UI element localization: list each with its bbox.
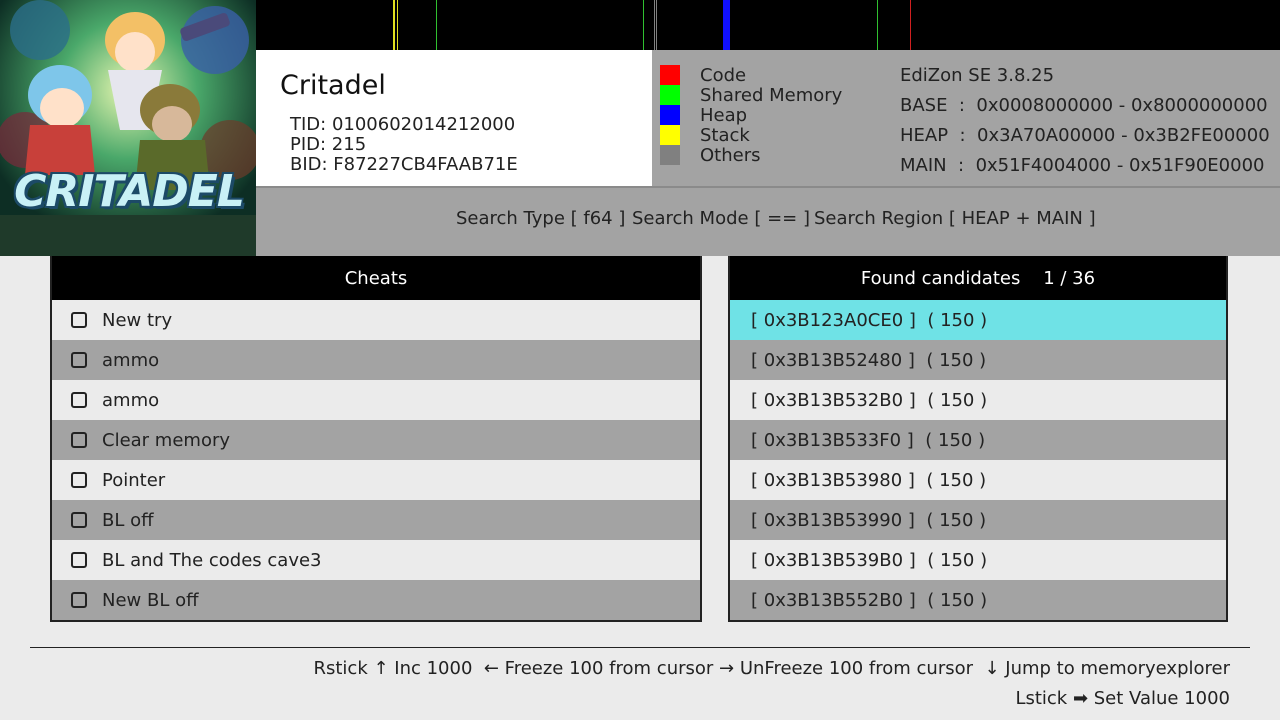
- candidate-row[interactable]: [ 0x3B13B53990 ] ( 150 ): [730, 500, 1226, 540]
- memory-map-bar: [256, 0, 1280, 50]
- cheat-row[interactable]: Clear memory: [52, 420, 700, 460]
- candidate-address: [ 0x3B13B532B0 ] ( 150 ): [751, 389, 988, 411]
- cheat-label: Pointer: [102, 469, 166, 491]
- legend-label-heap: Heap: [700, 105, 748, 126]
- game-art-illustration: [0, 0, 256, 256]
- base-address-range: BASE : 0x0008000000 - 0x8000000000: [900, 95, 1268, 116]
- legend-swatch-shared-memory: [660, 85, 680, 105]
- memory-segment-blue: [723, 0, 730, 50]
- memory-segment-green: [643, 0, 644, 50]
- memory-segment-red: [910, 0, 911, 50]
- cheat-row[interactable]: Pointer: [52, 460, 700, 500]
- memory-legend-panel: Code Shared Memory Heap Stack Others Edi…: [652, 50, 1280, 186]
- build-id: BID: F87227CB4FAAB71E: [290, 154, 518, 175]
- candidate-address: [ 0x3B13B53990 ] ( 150 ): [751, 509, 987, 531]
- cheat-row[interactable]: BL and The codes cave3: [52, 540, 700, 580]
- candidate-address: [ 0x3B13B552B0 ] ( 150 ): [751, 589, 988, 611]
- cheat-checkbox[interactable]: [71, 512, 87, 528]
- cheat-row[interactable]: New try: [52, 300, 700, 340]
- legend-label-shared-memory: Shared Memory: [700, 85, 843, 106]
- main-address-range: MAIN : 0x51F4004000 - 0x51F90E0000: [900, 155, 1265, 176]
- search-mode[interactable]: Search Mode [ == ]: [632, 208, 810, 229]
- cheat-row[interactable]: ammo: [52, 380, 700, 420]
- candidate-row[interactable]: [ 0x3B13B532B0 ] ( 150 ): [730, 380, 1226, 420]
- memory-segment-green: [877, 0, 878, 50]
- cheat-row[interactable]: BL off: [52, 500, 700, 540]
- memory-segment-gray: [656, 0, 657, 50]
- candidate-address: [ 0x3B13B52480 ] ( 150 ): [751, 349, 987, 371]
- game-info-panel: Critadel TID: 0100602014212000 PID: 215 …: [256, 50, 652, 186]
- cheat-label: New try: [102, 309, 173, 331]
- memory-segment-green: [436, 0, 437, 50]
- memory-segment-yellow: [397, 0, 398, 50]
- candidate-address: [ 0x3B123A0CE0 ] ( 150 ): [751, 309, 988, 331]
- cheat-rows: New try ammo ammo Clear memory Pointer BL off…: [52, 300, 700, 620]
- cheat-label: Clear memory: [102, 429, 231, 451]
- candidate-row[interactable]: [ 0x3B13B539B0 ] ( 150 ): [730, 540, 1226, 580]
- cheat-checkbox[interactable]: [71, 352, 87, 368]
- game-title: Critadel: [280, 70, 386, 101]
- search-type[interactable]: Search Type [ f64 ]: [456, 208, 625, 229]
- cheat-label: New BL off: [102, 589, 199, 611]
- memory-segment-gray: [654, 0, 655, 50]
- candidates-header: Found candidates 1 / 36: [730, 256, 1226, 300]
- candidate-rows: [ 0x3B123A0CE0 ] ( 150 ) [ 0x3B13B52480 ]…: [730, 300, 1226, 620]
- cheat-checkbox[interactable]: [71, 592, 87, 608]
- cheat-checkbox[interactable]: [71, 392, 87, 408]
- cheat-checkbox[interactable]: [71, 472, 87, 488]
- cheats-header: Cheats: [52, 256, 700, 300]
- cheat-label: BL off: [102, 509, 154, 531]
- candidates-list: Found candidates 1 / 36 [ 0x3B123A0CE0 ]…: [728, 256, 1228, 622]
- candidate-row[interactable]: [ 0x3B123A0CE0 ] ( 150 ): [730, 300, 1226, 340]
- candidate-address: [ 0x3B13B533F0 ] ( 150 ): [751, 429, 986, 451]
- candidate-row[interactable]: [ 0x3B13B533F0 ] ( 150 ): [730, 420, 1226, 460]
- cheat-row[interactable]: New BL off: [52, 580, 700, 620]
- candidate-row[interactable]: [ 0x3B13B552B0 ] ( 150 ): [730, 580, 1226, 620]
- cheat-checkbox[interactable]: [71, 432, 87, 448]
- candidate-address: [ 0x3B13B53980 ] ( 150 ): [751, 469, 987, 491]
- cheat-label: ammo: [102, 349, 160, 371]
- search-region[interactable]: Search Region [ HEAP + MAIN ]: [814, 208, 1096, 229]
- legend-label-stack: Stack: [700, 125, 750, 146]
- title-id: TID: 0100602014212000: [290, 114, 516, 135]
- memory-segment-yellow: [393, 0, 395, 50]
- candidate-row[interactable]: [ 0x3B13B53980 ] ( 150 ): [730, 460, 1226, 500]
- candidate-address: [ 0x3B13B539B0 ] ( 150 ): [751, 549, 988, 571]
- legend-swatch-code: [660, 65, 680, 85]
- legend-swatch-stack: [660, 125, 680, 145]
- legend-label-others: Others: [700, 145, 761, 166]
- cheats-list: Cheats New try ammo ammo Clear memory Pointe…: [50, 256, 702, 622]
- cheat-checkbox[interactable]: [71, 552, 87, 568]
- game-cover-art: CRITADEL: [0, 0, 256, 256]
- cheat-row[interactable]: ammo: [52, 340, 700, 380]
- process-id: PID: 215: [290, 134, 367, 155]
- legend-label-code: Code: [700, 65, 747, 86]
- footer-divider: [30, 647, 1250, 648]
- rstick-hint: Rstick ↑ Inc 1000 ← Freeze 100 from curs…: [313, 658, 1230, 679]
- game-logo: CRITADEL: [14, 166, 245, 217]
- cheat-label: BL and The codes cave3: [102, 549, 322, 571]
- cheat-label: ammo: [102, 389, 160, 411]
- cheat-checkbox[interactable]: [71, 312, 87, 328]
- legend-swatch-heap: [660, 105, 680, 125]
- legend-swatch-others: [660, 145, 680, 165]
- search-settings-bar: Search Type [ f64 ] Search Mode [ == ] S…: [256, 186, 1280, 256]
- heap-address-range: HEAP : 0x3A70A00000 - 0x3B2FE00000: [900, 125, 1270, 146]
- app-version: EdiZon SE 3.8.25: [900, 65, 1055, 86]
- candidate-row[interactable]: [ 0x3B13B52480 ] ( 150 ): [730, 340, 1226, 380]
- lstick-hint: Lstick ➡ Set Value 1000: [1015, 688, 1230, 709]
